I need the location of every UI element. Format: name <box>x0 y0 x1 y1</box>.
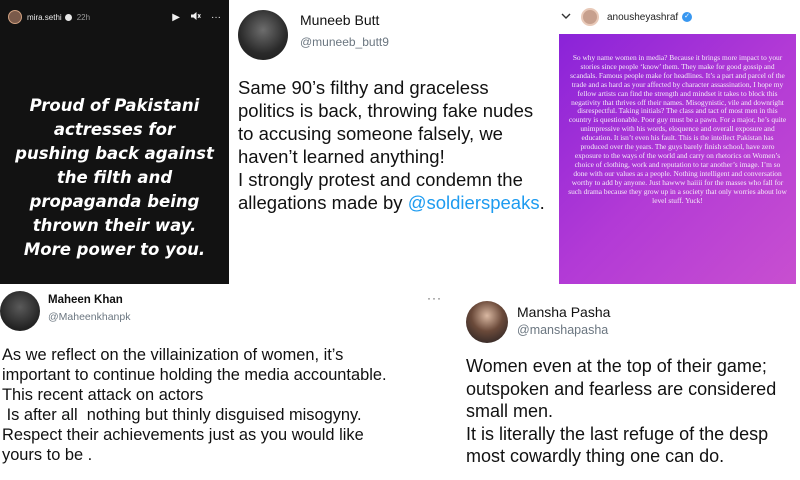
tweet-mansha-pasha: Mansha Pasha @manshapasha Women even at … <box>454 284 800 480</box>
display-name[interactable]: Muneeb Butt <box>300 12 379 28</box>
display-name[interactable]: Maheen Khan <box>48 294 123 306</box>
instagram-post-anoushey: anousheyashraf So why name women in medi… <box>553 0 800 284</box>
play-icon[interactable]: ▶ <box>172 12 180 23</box>
avatar[interactable] <box>238 10 288 60</box>
tweet-line: outspoken and fearless are considered <box>466 378 777 399</box>
display-name[interactable]: Mansha Pasha <box>517 304 610 320</box>
instagram-story-panel: mira.sethi 22h ▶ ··· Proud of Pakistani … <box>0 0 229 284</box>
mute-icon[interactable] <box>190 11 201 24</box>
tweet-line: It is literally the last refuge of the d… <box>466 423 769 444</box>
tweet-text: Women even at the top of their game; out… <box>466 355 800 468</box>
more-options-icon[interactable]: ··· <box>427 291 442 305</box>
tweet-text: Same 90’s filthy and graceless politics … <box>238 76 550 214</box>
tweet-muneeb-butt: Muneeb Butt @muneeb_butt9 Same 90’s filt… <box>229 0 553 284</box>
more-icon[interactable]: ··· <box>211 12 221 23</box>
post-text-card: So why name women in media? Because it b… <box>559 34 796 284</box>
post-header: anousheyashraf <box>553 0 800 34</box>
story-avatar[interactable] <box>8 10 22 24</box>
verified-icon <box>682 12 693 22</box>
chevron-down-icon[interactable] <box>561 12 571 23</box>
story-text: Proud of Pakistani actresses for pushing… <box>15 96 214 259</box>
story-timestamp: 22h <box>76 12 91 22</box>
user-handle[interactable]: @manshapasha <box>517 323 608 337</box>
avatar[interactable] <box>581 8 599 26</box>
user-handle[interactable]: @Maheenkhanpk <box>48 311 130 323</box>
post-username[interactable]: anousheyashraf <box>607 12 678 23</box>
tweet-line: most cowardly thing one can do. <box>466 446 725 466</box>
tweet-text: As we reflect on the villainization of w… <box>2 346 387 464</box>
user-handle[interactable]: @muneeb_butt9 <box>300 35 389 49</box>
story-controls: ▶ ··· <box>172 11 221 24</box>
story-header: mira.sethi 22h ▶ ··· <box>8 7 221 27</box>
mention-link[interactable]: @soldierspeaks <box>408 192 540 213</box>
tweet-line: Women even at the top of their game; <box>466 356 767 376</box>
avatar[interactable] <box>466 301 508 343</box>
tweet-maheen-khan: Maheen Khan @Maheenkhanpk ··· As we refl… <box>0 284 454 480</box>
post-text: So why name women in media? Because it b… <box>568 53 787 205</box>
tweet-suffix: . <box>539 192 545 213</box>
verified-icon <box>64 13 72 21</box>
tweet-line: small men. <box>466 401 554 421</box>
avatar[interactable] <box>0 291 40 331</box>
story-username[interactable]: mira.sethi <box>27 13 62 22</box>
